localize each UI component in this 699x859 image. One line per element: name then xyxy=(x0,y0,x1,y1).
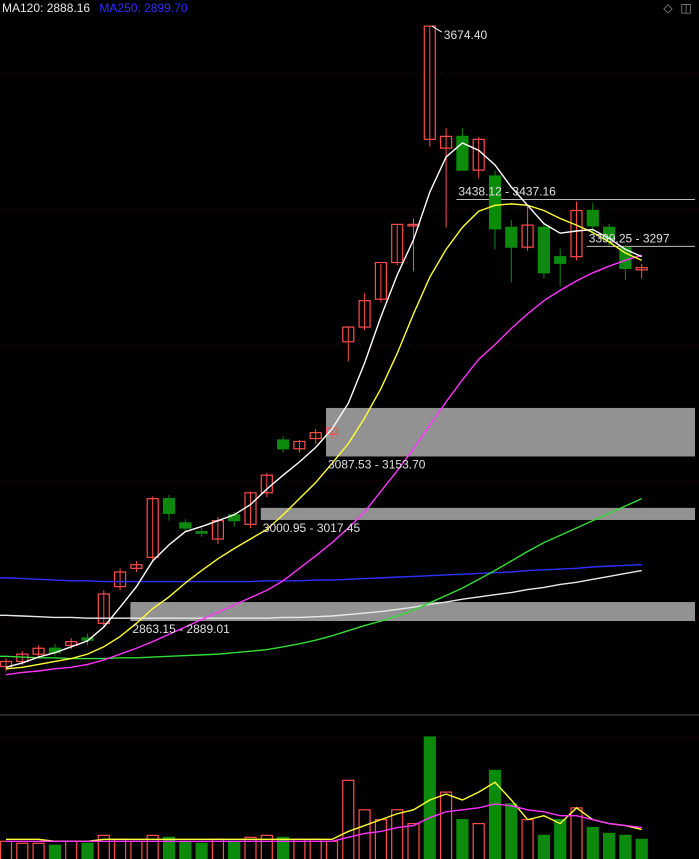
candle-body xyxy=(456,135,469,171)
volume-bar xyxy=(521,819,534,859)
volume-bar xyxy=(211,838,224,859)
volume-bar xyxy=(130,840,143,859)
candle-body xyxy=(195,531,208,534)
peak-label: 3674.40 xyxy=(444,28,488,42)
volume-bar xyxy=(554,819,567,859)
candlestick-chart[interactable]: 3087.53 - 3153.70 3000.95 - 3017.45 2863.1… xyxy=(0,0,699,859)
volume-bar xyxy=(113,838,127,859)
volume-bar xyxy=(440,791,453,859)
candle-body xyxy=(505,226,518,248)
volume-bar xyxy=(374,819,387,859)
volume-bar xyxy=(602,832,616,859)
indicator-legend: MA120: 2888.16 MA250: 2899.70 xyxy=(2,1,194,15)
volume-bar xyxy=(81,842,94,859)
volume-bar xyxy=(586,826,599,859)
price-labels: 3087.53 - 3153.70 3000.95 - 3017.45 2863.1… xyxy=(132,25,670,636)
volume-bar xyxy=(619,834,632,859)
level-label: 3399.25 - 3297 xyxy=(589,231,670,245)
volume-bar xyxy=(635,838,648,859)
zone-label: 2863.15 - 2889.01 xyxy=(132,622,230,636)
support-zones xyxy=(130,407,695,622)
volume-panel xyxy=(0,736,648,859)
volume-bar xyxy=(488,769,502,859)
candle-body xyxy=(554,256,567,264)
volume-bar xyxy=(505,803,518,859)
candle-body xyxy=(586,209,599,227)
ma250-line xyxy=(0,563,642,583)
volume-bar xyxy=(48,844,62,859)
volume-bar xyxy=(16,842,29,859)
ma5-line xyxy=(5,142,642,669)
zone-label: 3000.95 - 3017.45 xyxy=(263,521,361,535)
ma250-legend: MA250: 2899.70 xyxy=(99,1,188,15)
candle-body xyxy=(537,226,551,274)
peak-pointer xyxy=(431,25,443,33)
candle-body xyxy=(162,498,176,514)
level-label: 3438.12 - 3437.16 xyxy=(458,184,556,198)
candle-body xyxy=(179,522,192,529)
support-zone xyxy=(326,407,695,457)
volume-bar xyxy=(391,809,404,859)
volume-bar xyxy=(228,840,241,859)
volume-bar xyxy=(342,779,355,859)
volume-bar xyxy=(456,819,469,859)
volume-bar xyxy=(325,840,339,859)
ma120-legend: MA120: 2888.16 xyxy=(2,1,91,15)
support-zone xyxy=(260,507,695,520)
window-icon[interactable]: ◫ xyxy=(680,2,692,14)
diamond-icon[interactable]: ◇ xyxy=(662,2,674,14)
volume-bar xyxy=(472,822,485,859)
volume-bar xyxy=(179,840,192,859)
volume-bar xyxy=(0,840,13,859)
volume-bar xyxy=(65,840,78,859)
volume-bar xyxy=(32,842,45,859)
candle-body xyxy=(277,439,290,450)
zone-label: 3087.53 - 3153.70 xyxy=(328,457,426,471)
volume-bar xyxy=(309,838,322,859)
candles xyxy=(0,25,648,671)
volume-bar xyxy=(407,822,420,859)
volume-bar xyxy=(293,838,306,859)
volume-bar xyxy=(537,834,551,859)
stock-chart-panel: 3087.53 - 3153.70 3000.95 - 3017.45 2863.1… xyxy=(0,0,699,859)
volume-bar xyxy=(195,842,208,859)
